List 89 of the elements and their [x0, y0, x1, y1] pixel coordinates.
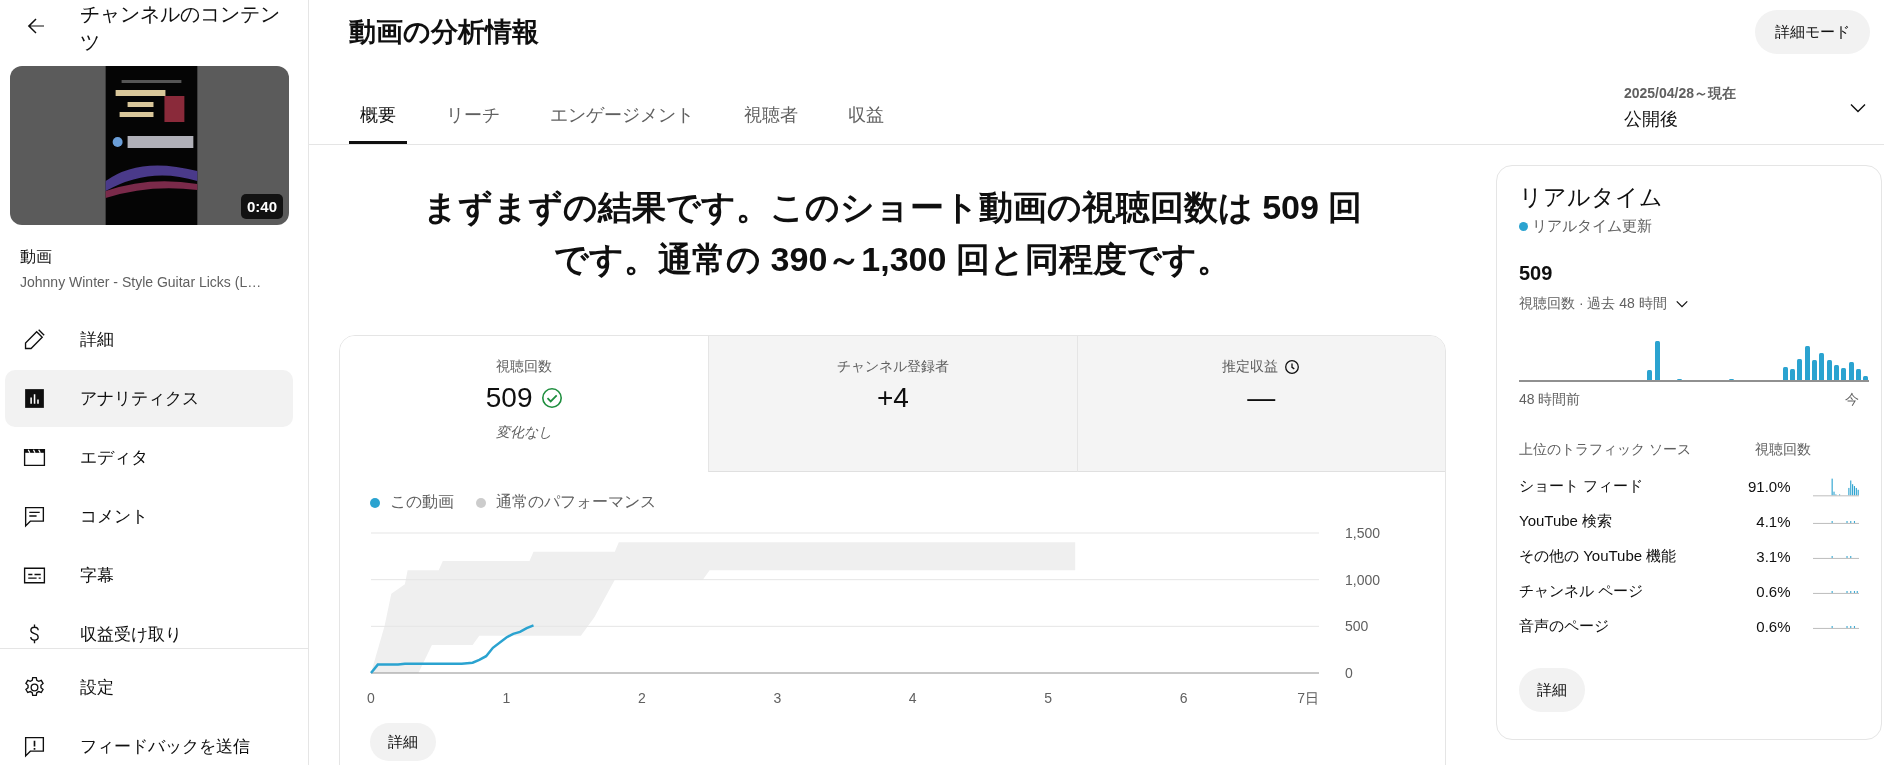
x-tick-label: 2 — [637, 690, 646, 706]
page-heading: チャンネルのコンテンツ — [80, 2, 281, 55]
metric-value: +4 — [877, 382, 909, 414]
bar — [1849, 362, 1854, 381]
realtime-count: 509 — [1519, 262, 1554, 285]
table-cell-text: 音声のページ — [1519, 617, 1610, 636]
details-button[interactable]: 詳細 — [370, 723, 436, 761]
axis-label: 48 時間前 — [1519, 391, 1581, 409]
x-tick-label: 7日 — [1297, 690, 1319, 706]
duration-badge: 0:40 — [240, 194, 283, 219]
live-label: リアルタイム更新 — [1532, 217, 1652, 236]
y-tick-label: 1,000 — [1345, 571, 1381, 588]
tab[interactable]: エンゲージメント — [539, 103, 705, 144]
table-cell-text: 0.6% — [1755, 618, 1791, 635]
bar — [1819, 353, 1824, 381]
details-button[interactable]: 詳細 — [1519, 668, 1585, 712]
metric-note: 変化なし — [496, 424, 553, 442]
check-circle-icon — [540, 387, 563, 409]
bar — [1805, 346, 1810, 381]
legend-label: この動画 — [390, 492, 454, 512]
bar — [1834, 365, 1839, 381]
page-title: 動画の分析情報 — [349, 16, 539, 49]
feedback-icon — [22, 734, 47, 759]
bar — [1790, 369, 1795, 381]
comment-icon — [22, 504, 47, 529]
table-cell-text: 4.1% — [1755, 513, 1791, 530]
clock-icon — [1284, 359, 1301, 375]
summary-text: まずまずの結果です。このショート動画の視聴回数は 509 回です。通常の 390～1,300 回と同程度です。 — [421, 187, 1364, 280]
nav-item[interactable]: 収益受け取り — [5, 606, 293, 648]
x-tick-label: 6 — [1179, 690, 1188, 706]
column-header: 上位のトラフィック ソース — [1519, 441, 1692, 459]
tab[interactable]: 収益 — [837, 103, 895, 144]
y-tick-label: 1,500 — [1345, 525, 1381, 541]
metric-value: — — [1247, 382, 1276, 414]
sparkline — [1812, 519, 1859, 524]
metric-value: 509 — [485, 382, 533, 414]
bar — [1655, 341, 1660, 381]
metric-label: チャンネル登録者 — [837, 358, 949, 376]
bar — [1797, 359, 1802, 381]
table-cell-text: 3.1% — [1755, 548, 1791, 565]
live-dot-icon — [1519, 222, 1528, 231]
x-tick-label: 1 — [502, 690, 511, 706]
metric-tab[interactable]: 推定収益 — — [1076, 336, 1445, 472]
nav-item[interactable]: 字幕 — [5, 547, 293, 604]
tab[interactable]: 概要 — [349, 103, 407, 144]
bar — [1783, 367, 1788, 381]
bar — [1841, 368, 1846, 381]
sparkline — [1812, 554, 1859, 559]
column-header: 視聴回数 — [1754, 441, 1811, 459]
metric-label: 視聴回数 — [496, 358, 553, 376]
sparkline — [1812, 624, 1859, 629]
table-cell-text: ショート フィード — [1519, 477, 1645, 496]
sparkline — [1812, 589, 1859, 594]
nav-item[interactable]: コメント — [5, 488, 293, 545]
metric-tab[interactable]: チャンネル登録者 +4 — [708, 336, 1077, 472]
advanced-mode-button[interactable]: 詳細モード — [1755, 10, 1870, 54]
video-label: 動画 — [20, 247, 53, 267]
nav-item[interactable]: 設定 — [5, 659, 293, 716]
nav-item[interactable]: アナリティクス — [5, 370, 293, 427]
bar — [1647, 370, 1652, 381]
metric-dropdown[interactable]: 視聴回数 · 過去 48 時間 — [1519, 295, 1691, 313]
nav-item[interactable]: エディタ — [5, 429, 293, 486]
analytics-icon — [22, 386, 47, 411]
table-cell-text: 0.6% — [1755, 583, 1791, 600]
bar — [1812, 360, 1817, 381]
x-tick-label: 4 — [908, 690, 917, 706]
pencil-icon — [22, 327, 47, 352]
date-range-dropdown[interactable]: 2025/04/28～現在 公開後 — [1623, 77, 1870, 131]
card-title: リアルタイム — [1519, 183, 1664, 212]
nav-item[interactable]: 詳細 — [5, 311, 293, 368]
table-cell-text: YouTube 検索 — [1519, 512, 1614, 531]
x-tick-label: 0 — [367, 690, 375, 706]
axis-label: 今 — [1845, 391, 1859, 409]
bar — [1827, 360, 1832, 381]
table-cell-text: チャンネル ページ — [1519, 582, 1645, 601]
legend-label: 通常のパフォーマンス — [496, 492, 656, 512]
table-cell-text: 91.0% — [1746, 478, 1791, 495]
video-title: Johnny Winter - Style Guitar Licks (L… — [20, 274, 263, 290]
tab[interactable]: 視聴者 — [733, 103, 809, 144]
sparkline — [1812, 476, 1859, 497]
bar — [1856, 369, 1861, 381]
nav-item[interactable]: フィードバックを送信 — [5, 718, 293, 765]
metric-label: 推定収益 — [1222, 358, 1279, 376]
x-tick-label: 3 — [773, 690, 782, 706]
y-tick-label: 0 — [1345, 665, 1353, 681]
x-tick-label: 5 — [1044, 690, 1053, 706]
tab[interactable]: リーチ — [435, 103, 511, 144]
y-tick-label: 500 — [1345, 618, 1369, 635]
table-cell-text: その他の YouTube 機能 — [1519, 547, 1678, 566]
